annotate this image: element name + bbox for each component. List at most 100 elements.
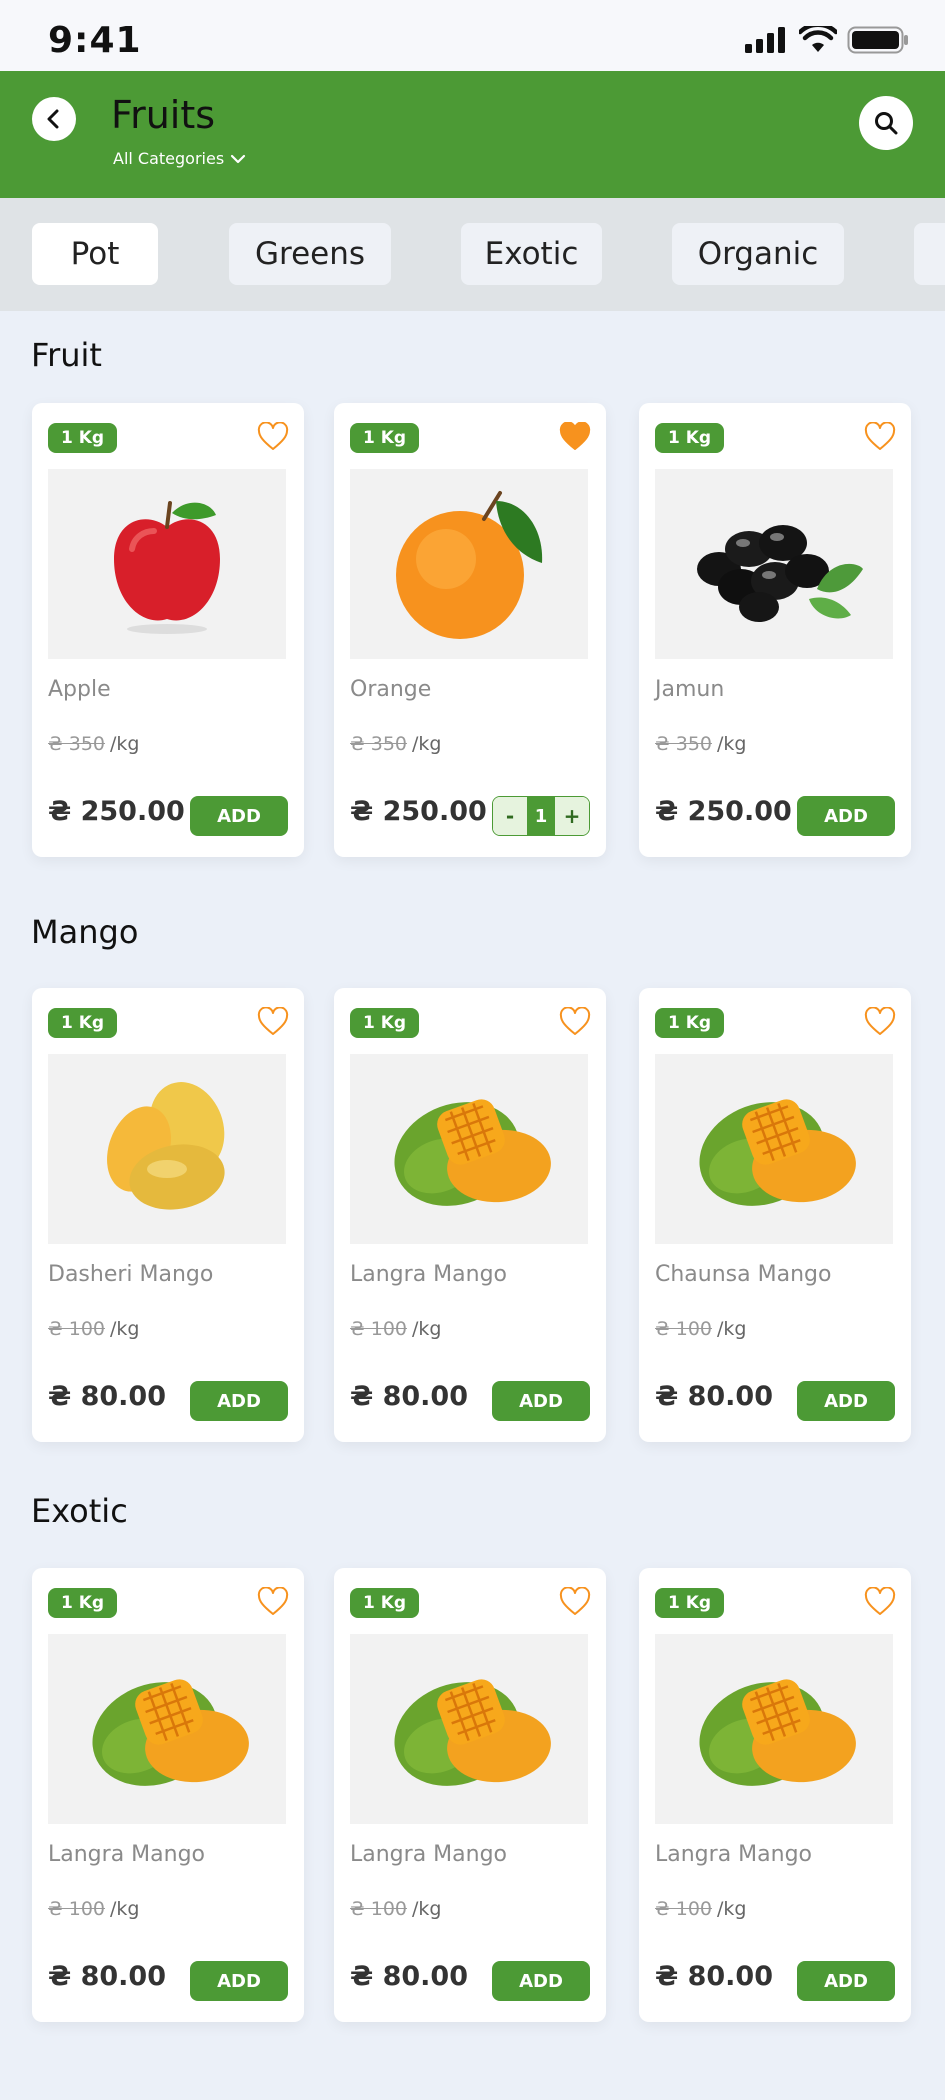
quantity-stepper[interactable]: -1 + <box>492 796 590 836</box>
product-name: Langra Mango <box>48 1842 205 1867</box>
original-price: ₴ 100 <box>350 1318 408 1340</box>
product-card[interactable]: 1 Kg Dasheri Mango ₴ 100/kg ₴ 80.00 ADD <box>32 988 304 1442</box>
favorite-button[interactable] <box>256 1006 290 1038</box>
price-unit: /kg <box>717 733 747 755</box>
add-to-cart-button[interactable]: ADD <box>190 1961 288 2001</box>
cut-mango-image <box>92 1679 249 1786</box>
add-to-cart-button[interactable]: ADD <box>492 1961 590 2001</box>
wifi-icon <box>799 26 837 52</box>
original-price: ₴ 100 <box>350 1898 408 1920</box>
category-tab-strip: Pot Greens Exotic Organic <box>0 198 945 311</box>
product-image <box>655 469 893 659</box>
favorite-button[interactable] <box>256 421 290 453</box>
heart-filled-icon <box>559 422 591 450</box>
heart-outline-icon <box>257 422 289 450</box>
heart-outline-icon <box>864 1587 896 1615</box>
status-bar: 9:41 <box>0 0 945 71</box>
dasheri-mango-image <box>107 1082 225 1210</box>
favorite-button[interactable] <box>863 1586 897 1618</box>
cut-mango-image <box>394 1679 551 1786</box>
weight-badge: 1 Kg <box>350 1008 420 1038</box>
product-card[interactable]: 1 Kg Jamun ₴ 350/kg ₴ 250.00 ADD <box>639 403 911 857</box>
original-price: ₴ 350 <box>350 733 408 755</box>
apple-image <box>114 501 220 634</box>
product-card[interactable]: 1 Kg Langra Mango ₴ 100/kg ₴ 80.00 ADD <box>334 988 606 1442</box>
product-image <box>48 1054 286 1244</box>
sale-price: ₴ 250.00 <box>48 796 185 827</box>
jamun-image <box>697 525 863 622</box>
add-to-cart-button[interactable]: ADD <box>797 796 895 836</box>
original-price: ₴ 100 <box>48 1898 106 1920</box>
sale-price: ₴ 80.00 <box>48 1961 167 1992</box>
product-card[interactable]: 1 Kg Orange ₴ 350/kg ₴ 250.00-1 + <box>334 403 606 857</box>
increment-button[interactable]: + <box>555 797 589 835</box>
sale-price: ₴ 80.00 <box>350 1381 469 1412</box>
search-button[interactable] <box>859 96 913 150</box>
tab-pot[interactable]: Pot <box>32 223 158 285</box>
chevron-left-icon <box>47 109 59 129</box>
sale-price: ₴ 250.00 <box>655 796 792 827</box>
original-price: ₴ 350 <box>48 733 106 755</box>
search-icon <box>875 112 898 135</box>
add-to-cart-button[interactable]: ADD <box>797 1961 895 2001</box>
sale-price: ₴ 80.00 <box>655 1381 774 1412</box>
add-to-cart-button[interactable]: ADD <box>492 1381 590 1421</box>
tab-more[interactable] <box>914 223 945 285</box>
weight-badge: 1 Kg <box>48 423 118 453</box>
favorite-button[interactable] <box>256 1586 290 1618</box>
weight-badge: 1 Kg <box>655 1588 725 1618</box>
tab-organic[interactable]: Organic <box>672 223 844 285</box>
page-title: Fruits <box>111 93 216 137</box>
product-name: Langra Mango <box>350 1842 507 1867</box>
heart-outline-icon <box>864 422 896 450</box>
favorite-button[interactable] <box>558 1586 592 1618</box>
weight-badge: 1 Kg <box>48 1588 118 1618</box>
product-card[interactable]: 1 Kg Langra Mango ₴ 100/kg ₴ 80.00 ADD <box>639 1568 911 2022</box>
product-image <box>655 1634 893 1824</box>
product-name: Jamun <box>655 677 725 702</box>
product-image <box>655 1054 893 1244</box>
favorite-button[interactable] <box>863 1006 897 1038</box>
sale-price: ₴ 80.00 <box>48 1381 167 1412</box>
section-title-fruit: Fruit <box>31 336 102 374</box>
add-to-cart-button[interactable]: ADD <box>797 1381 895 1421</box>
product-image <box>48 469 286 659</box>
category-dropdown[interactable]: All Categories <box>113 149 246 168</box>
original-price: ₴ 100 <box>48 1318 106 1340</box>
original-price: ₴ 100 <box>655 1898 713 1920</box>
price-unit: /kg <box>412 1318 442 1340</box>
back-button[interactable] <box>32 97 76 141</box>
weight-badge: 1 Kg <box>655 423 725 453</box>
chevron-down-icon <box>231 154 246 163</box>
tab-exotic[interactable]: Exotic <box>461 223 602 285</box>
weight-badge: 1 Kg <box>350 423 420 453</box>
product-image <box>350 469 588 659</box>
sale-price: ₴ 80.00 <box>350 1961 469 1992</box>
price-unit: /kg <box>110 1898 140 1920</box>
decrement-button[interactable]: - <box>493 797 527 835</box>
product-card[interactable]: 1 Kg Chaunsa Mango ₴ 100/kg ₴ 80.00 ADD <box>639 988 911 1442</box>
price-unit: /kg <box>412 1898 442 1920</box>
price-unit: /kg <box>717 1318 747 1340</box>
price-unit: /kg <box>110 1318 140 1340</box>
product-card[interactable]: 1 Kg Langra Mango ₴ 100/kg ₴ 80.00 ADD <box>32 1568 304 2022</box>
section-title-mango: Mango <box>31 913 139 951</box>
status-icons <box>745 26 909 54</box>
weight-badge: 1 Kg <box>48 1008 118 1038</box>
product-card[interactable]: 1 Kg Apple ₴ 350/kg ₴ 250.00 ADD <box>32 403 304 857</box>
add-to-cart-button[interactable]: ADD <box>190 796 288 836</box>
product-name: Dasheri Mango <box>48 1262 214 1287</box>
app-header: Fruits All Categories <box>0 71 945 198</box>
tab-greens[interactable]: Greens <box>229 223 391 285</box>
product-card[interactable]: 1 Kg Langra Mango ₴ 100/kg ₴ 80.00 ADD <box>334 1568 606 2022</box>
cellular-signal-icon <box>745 27 785 53</box>
favorite-button[interactable] <box>863 421 897 453</box>
favorite-button[interactable] <box>558 421 592 453</box>
product-name: Chaunsa Mango <box>655 1262 832 1287</box>
status-time: 9:41 <box>48 20 142 61</box>
product-name: Orange <box>350 677 432 702</box>
add-to-cart-button[interactable]: ADD <box>190 1381 288 1421</box>
favorite-button[interactable] <box>558 1006 592 1038</box>
product-image <box>350 1634 588 1824</box>
heart-outline-icon <box>864 1007 896 1035</box>
